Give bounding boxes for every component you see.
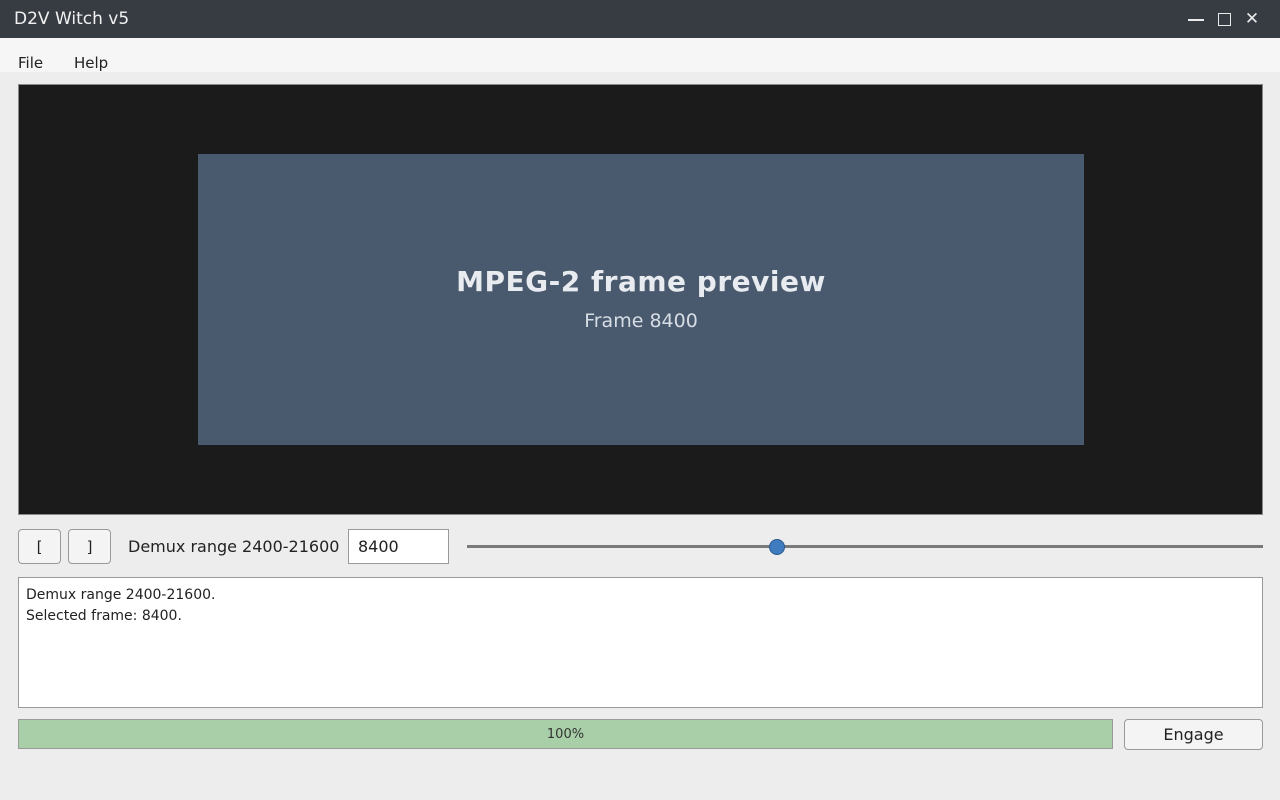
minimize-button[interactable] [1184, 7, 1208, 31]
maximize-button[interactable] [1212, 7, 1236, 31]
progress-text: 100% [546, 726, 585, 742]
menu-bar: File Help [0, 38, 1280, 72]
frame-preview-image: MPEG-2 frame preview Frame 8400 [198, 154, 1084, 445]
range-end-button[interactable]: ] [68, 529, 111, 564]
frame-number-input[interactable] [348, 529, 449, 564]
frame-slider[interactable] [467, 536, 1263, 556]
slider-handle[interactable] [768, 539, 785, 555]
log-line: Demux range 2400-21600. [26, 587, 216, 603]
close-button[interactable]: ✕ [1240, 7, 1264, 31]
window-title: D2V Witch v5 [14, 9, 130, 29]
minimize-icon [1188, 19, 1204, 21]
maximize-icon [1217, 12, 1231, 26]
title-bar: D2V Witch v5 ✕ [0, 0, 1280, 38]
range-start-button[interactable]: [ [18, 529, 61, 564]
close-icon: ✕ [1244, 9, 1260, 29]
engage-button[interactable]: Engage [1124, 719, 1263, 750]
demux-range-label: Demux range 2400-21600 [128, 537, 340, 556]
progress-bar: 100% [18, 719, 1113, 749]
menu-help[interactable]: Help [74, 54, 108, 72]
preview-title: MPEG-2 frame preview [456, 265, 826, 298]
log-output: Demux range 2400-21600. Selected frame: … [18, 577, 1263, 708]
preview-frame-number: Frame 8400 [584, 310, 698, 332]
menu-file[interactable]: File [18, 54, 43, 72]
slider-track [467, 545, 1263, 548]
log-line: Selected frame: 8400. [26, 608, 182, 624]
frame-preview-panel: MPEG-2 frame preview Frame 8400 [18, 84, 1263, 515]
